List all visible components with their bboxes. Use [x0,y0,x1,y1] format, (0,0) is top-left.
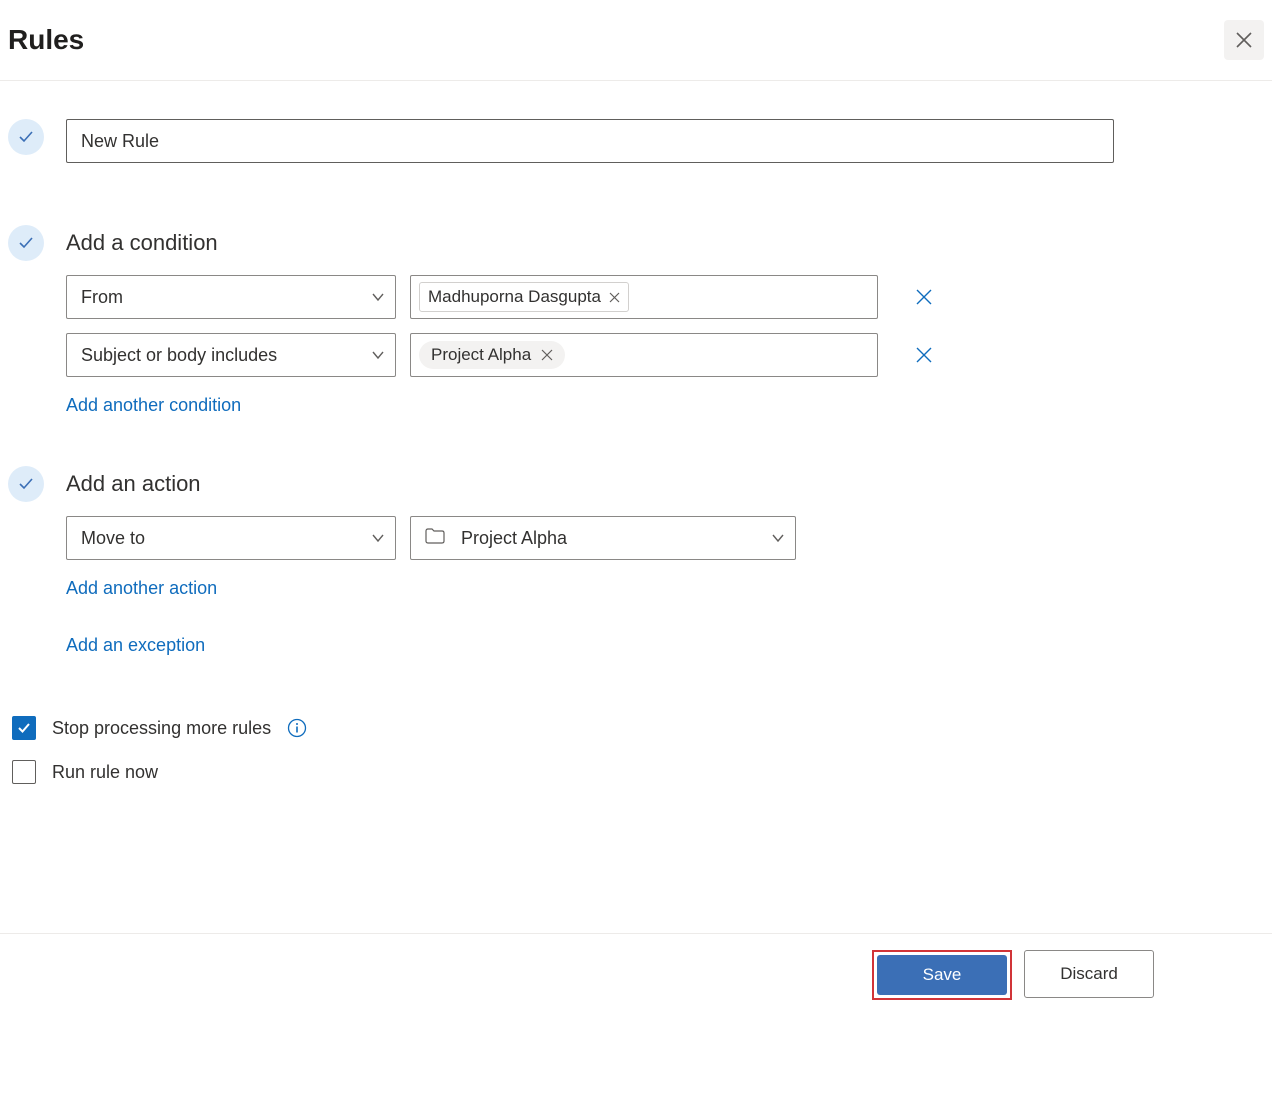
folder-icon [425,528,445,549]
folder-select[interactable]: Project Alpha [410,516,796,560]
add-action-link[interactable]: Add another action [66,578,217,599]
condition-field-select[interactable]: Subject or body includes [66,333,396,377]
check-icon [17,475,35,493]
chip-remove-button[interactable] [609,292,620,303]
folder-label: Project Alpha [461,528,771,549]
stop-processing-checkbox[interactable] [12,716,36,740]
conditions-header-row: Add a condition [8,225,1192,261]
chevron-down-icon [371,348,385,362]
condition-field-label: From [81,287,123,308]
remove-condition-button[interactable] [908,281,940,313]
dialog-header: Rules [0,0,1272,81]
page-title: Rules [8,24,84,56]
condition-field-select[interactable]: From [66,275,396,319]
condition-value-input[interactable]: Project Alpha [410,333,878,377]
condition-row: From Madhuporna Dasgupta [66,275,1192,319]
dialog-footer: Save Discard [0,933,1272,1000]
close-icon [1234,30,1254,50]
person-chip[interactable]: Madhuporna Dasgupta [419,282,629,312]
save-button[interactable]: Save [877,955,1007,995]
run-rule-now-checkbox[interactable] [12,760,36,784]
close-icon [914,287,934,307]
discard-button[interactable]: Discard [1024,950,1154,998]
step-complete-icon [8,225,44,261]
run-rule-now-label: Run rule now [52,762,158,783]
close-icon [541,349,553,361]
condition-field-label: Subject or body includes [81,345,277,366]
run-rule-now-row: Run rule now [12,760,1192,784]
person-chip-label: Madhuporna Dasgupta [428,287,601,307]
save-highlight: Save [872,950,1012,1000]
close-button[interactable] [1224,20,1264,60]
check-icon [16,720,32,736]
chevron-down-icon [771,531,785,545]
rule-name-row [8,119,1192,163]
step-complete-icon [8,119,44,155]
action-type-select[interactable]: Move to [66,516,396,560]
close-icon [914,345,934,365]
actions-section-title: Add an action [66,466,201,502]
rule-name-input[interactable] [66,119,1114,163]
info-icon[interactable] [287,718,307,738]
chevron-down-icon [371,531,385,545]
stop-processing-row: Stop processing more rules [12,716,1192,740]
check-icon [17,234,35,252]
add-condition-link[interactable]: Add another condition [66,395,241,416]
chip-remove-button[interactable] [541,349,553,361]
action-type-label: Move to [81,528,145,549]
step-complete-icon [8,466,44,502]
text-chip[interactable]: Project Alpha [419,341,565,369]
action-row: Move to Project Alpha [66,516,1192,560]
add-exception-link[interactable]: Add an exception [66,635,205,656]
stop-processing-label: Stop processing more rules [52,718,271,739]
actions-header-row: Add an action [8,466,1192,502]
text-chip-label: Project Alpha [431,345,531,365]
check-icon [17,128,35,146]
remove-condition-button[interactable] [908,339,940,371]
chevron-down-icon [371,290,385,304]
condition-row: Subject or body includes Project Alpha [66,333,1192,377]
conditions-section-title: Add a condition [66,225,218,261]
condition-value-input[interactable]: Madhuporna Dasgupta [410,275,878,319]
close-icon [609,292,620,303]
